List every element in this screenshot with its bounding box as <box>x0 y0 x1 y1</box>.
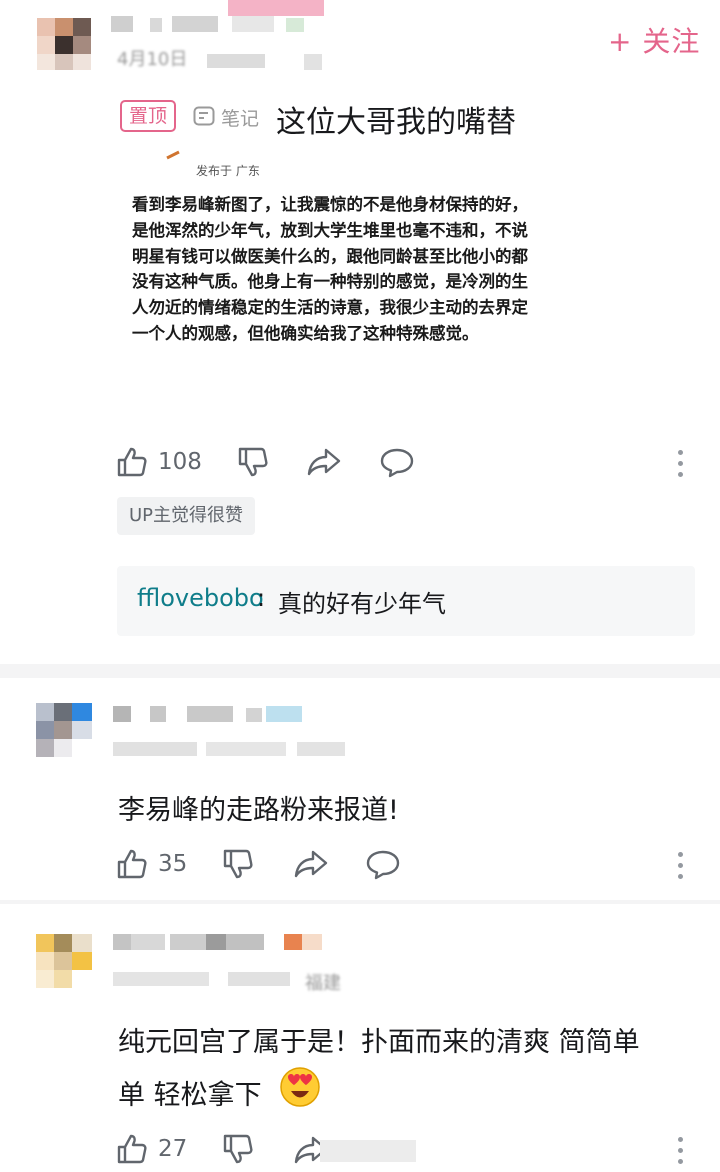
comment-text-line-1: 纯元回宫了属于是！扑面而来的清爽 简简单 <box>118 1027 640 1058</box>
comment-location: 福建 <box>305 973 341 994</box>
share-icon <box>294 850 328 878</box>
reply-button[interactable] <box>380 448 414 478</box>
like-icon <box>117 447 147 477</box>
heart-eyes-emoji-icon <box>280 1067 320 1107</box>
dislike-button[interactable] <box>237 446 269 478</box>
reply-separator: : <box>257 584 266 612</box>
divider <box>0 900 720 904</box>
like-count: 108 <box>158 449 202 475</box>
share-button[interactable] <box>307 447 341 477</box>
comment-text-line-2: 单 轻松拿下 <box>118 1080 262 1111</box>
dislike-icon <box>238 447 268 477</box>
reply-username[interactable]: fflovebobo <box>137 584 264 612</box>
up-liked-badge: UP主觉得很赞 <box>117 497 256 535</box>
like-icon <box>117 849 147 879</box>
post-location: 发布于 广东 <box>196 164 260 178</box>
dislike-icon <box>223 849 253 879</box>
comment-text: 李易峰的走路粉来报道! <box>118 795 399 826</box>
follow-button[interactable]: + 关注 <box>608 20 700 60</box>
top-strip <box>228 0 324 16</box>
dislike-button[interactable] <box>222 848 254 880</box>
more-icon[interactable] <box>678 852 684 885</box>
like-button[interactable] <box>116 446 148 478</box>
reply-text: 真的好有少年气 <box>278 590 446 618</box>
reply-button[interactable] <box>366 850 400 880</box>
like-button[interactable] <box>116 1133 148 1165</box>
more-icon[interactable] <box>678 1137 684 1170</box>
note-title[interactable]: 这位大哥我的嘴替 <box>276 97 516 141</box>
divider <box>0 664 720 678</box>
like-count: 27 <box>158 1136 188 1162</box>
like-button[interactable] <box>116 848 148 880</box>
reply-preview[interactable]: fflovebobo : 真的好有少年气 <box>117 566 695 636</box>
dislike-button[interactable] <box>222 1133 254 1165</box>
comment-icon <box>380 448 414 478</box>
note-icon <box>193 106 215 126</box>
comment-icon <box>366 850 400 880</box>
like-icon <box>117 1134 147 1164</box>
share-button[interactable] <box>294 849 328 879</box>
comment-date: 4月10日 <box>117 49 188 70</box>
note-label: 笔记 <box>221 108 260 130</box>
share-icon <box>307 448 341 476</box>
pinned-tag: 置顶 <box>120 100 176 132</box>
dislike-icon <box>223 1134 253 1164</box>
note-body: 看到李易峰新图了，让我震惊的不是他身材保持的好，是他浑然的少年气，放到大学生堆里… <box>132 195 528 343</box>
small-mark-icon <box>166 150 180 160</box>
like-count: 35 <box>158 851 188 877</box>
more-icon[interactable] <box>678 450 684 483</box>
